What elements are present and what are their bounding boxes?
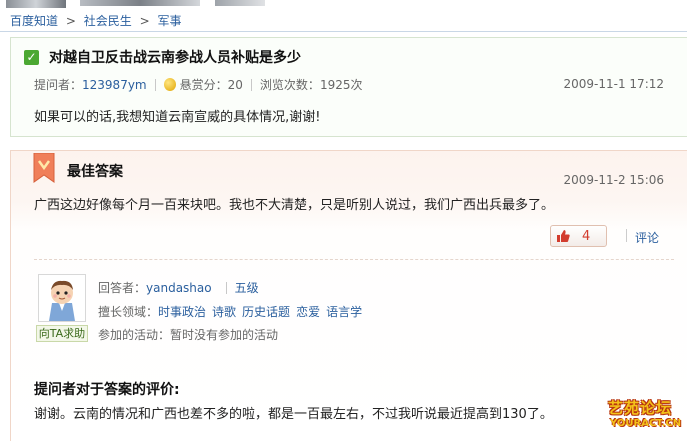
header-image-strip	[0, 0, 687, 8]
question-body: 如果可以的话,我想知道云南宣威的具体情况,谢谢!	[34, 110, 321, 125]
upvote-button[interactable]: 4	[550, 225, 607, 247]
answerer-avatar[interactable]	[38, 274, 86, 322]
activity-row: 参加的活动： 暂时没有参加的活动	[98, 326, 278, 343]
divider	[250, 78, 252, 91]
divider	[225, 281, 227, 294]
divider	[0, 31, 687, 32]
comment-link[interactable]: 评论	[635, 229, 659, 246]
answer-date: 2009-11-2 15:06	[563, 173, 665, 187]
coin-icon	[163, 78, 176, 91]
watermark-url: YOURACT.CN	[610, 418, 682, 429]
check-icon: ✓	[24, 49, 39, 65]
answer-body: 广西这边好像每个月一百来块吧。我也不大清楚，只是听别人说过，我们广西出兵最多了。	[34, 198, 555, 213]
asker-label: 提问者：	[34, 78, 83, 92]
breadcrumb-separator: >	[139, 14, 150, 28]
evaluation-body: 谢谢。云南的情况和广西也差不多的啦，都是一百最左右，不过我听说最近提高到130了…	[34, 407, 553, 422]
views-label: 浏览次数：	[259, 78, 320, 92]
watermark-text: 艺苑论坛	[608, 399, 673, 417]
expertise-link[interactable]: 历史话题	[242, 303, 290, 320]
question-date: 2009-11-1 17:12	[563, 77, 665, 91]
ask-for-help-button[interactable]: 向TA求助	[36, 325, 88, 342]
best-answer-heading: 最佳答案	[67, 164, 123, 180]
cartoon-avatar-icon	[49, 280, 75, 321]
site-watermark: 艺苑论坛 YOURACT.CN	[608, 397, 682, 435]
answerer-level[interactable]: 五级	[235, 279, 259, 296]
answerer-row: 回答者： yandashao 五级	[98, 279, 265, 296]
reward-label: 悬赏分：	[179, 78, 228, 92]
views-value: 1925次	[319, 78, 363, 92]
best-answer-ribbon-icon	[33, 153, 55, 183]
breadcrumb: 百度知道 > 社会民生 > 军事	[10, 12, 181, 29]
expertise-label: 擅长领域：	[98, 305, 159, 319]
breadcrumb-separator: >	[65, 14, 76, 28]
divider	[626, 229, 627, 242]
expertise-link[interactable]: 诗歌	[212, 303, 236, 320]
evaluation-heading: 提问者对于答案的评价:	[34, 382, 180, 398]
question-title: 对越自卫反击战云南参战人员补贴是多少	[49, 50, 301, 66]
answerer-link[interactable]: yandashao	[146, 281, 212, 295]
divider	[34, 259, 674, 260]
breadcrumb-subcategory[interactable]: 军事	[157, 14, 181, 28]
reward-value: 20	[227, 77, 243, 92]
expertise-link[interactable]: 语言学	[326, 303, 362, 320]
question-meta: 提问者： 123987ym 悬赏分： 20 浏览次数： 1925次	[34, 76, 362, 93]
activity-value: 暂时没有参加的活动	[170, 328, 279, 342]
question-title-row: ✓ 对越自卫反击战云南参战人员补贴是多少	[24, 47, 301, 67]
expertise-link[interactable]: 时事政治	[158, 303, 206, 320]
asker-link[interactable]: 123987ym	[82, 78, 147, 92]
divider	[154, 78, 156, 91]
vote-count: 4	[582, 228, 591, 244]
breadcrumb-home[interactable]: 百度知道	[10, 14, 58, 28]
expertise-row: 擅长领域： 时事政治 诗歌 历史话题 恋爱 语言学	[98, 303, 368, 320]
thumbs-up-icon	[557, 230, 570, 242]
activity-label: 参加的活动：	[98, 328, 171, 342]
breadcrumb-category[interactable]: 社会民生	[84, 14, 132, 28]
answerer-label: 回答者：	[98, 281, 147, 295]
expertise-link[interactable]: 恋爱	[296, 303, 320, 320]
